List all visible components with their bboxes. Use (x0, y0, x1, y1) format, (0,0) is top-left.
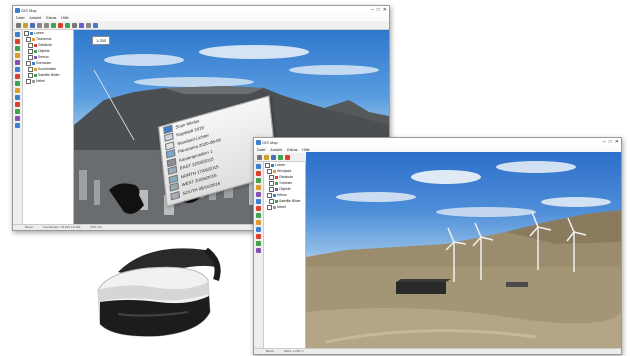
side-tool-icon[interactable] (15, 102, 20, 107)
status-text: Bereit (25, 225, 33, 229)
status-elevation: Höhe: 1.245 m (283, 349, 304, 353)
side-tool-icon[interactable] (256, 178, 261, 183)
tree-item[interactable]: Nebel (23, 78, 73, 84)
side-tool-icon[interactable] (15, 67, 20, 72)
maximize-icon[interactable]: □ (377, 7, 380, 14)
open-icon[interactable] (264, 154, 269, 160)
app-icon (15, 8, 20, 13)
side-tool-icon[interactable] (15, 74, 20, 79)
side-tool-icon[interactable] (256, 171, 261, 176)
side-tool-icon[interactable] (15, 46, 20, 51)
close-icon[interactable]: ✕ (615, 139, 619, 146)
zoom-icon[interactable] (37, 22, 42, 28)
status-text: Bereit (266, 349, 274, 353)
scale-label: 1:250 (92, 36, 111, 45)
settings-icon[interactable] (86, 22, 91, 28)
vr-icon[interactable] (79, 22, 84, 28)
side-tool-icon[interactable] (256, 185, 261, 190)
side-toolbar (13, 30, 23, 225)
side-tool-icon[interactable] (15, 39, 20, 44)
side-tool-icon[interactable] (15, 32, 20, 37)
3d-terrain-view[interactable] (306, 152, 621, 349)
side-tool-icon[interactable] (256, 213, 261, 218)
vr-headset-image (97, 247, 221, 337)
side-tool-icon[interactable] (15, 123, 20, 128)
side-tool-icon[interactable] (15, 109, 20, 114)
side-tool-icon[interactable] (256, 220, 261, 225)
side-tool-icon[interactable] (15, 81, 20, 86)
status-bar: Bereit Höhe: 1.245 m (254, 348, 621, 354)
side-tool-icon[interactable] (15, 116, 20, 121)
open-icon[interactable] (23, 22, 28, 28)
close-icon[interactable]: ✕ (383, 7, 387, 14)
minimize-icon[interactable]: – (371, 7, 374, 14)
layer-icon[interactable] (278, 154, 283, 160)
side-tool-icon[interactable] (256, 248, 261, 253)
side-tool-icon[interactable] (256, 192, 261, 197)
layer-tree: Luxem Tourismus Gebäude Objekte Sensor S… (23, 30, 74, 225)
new-icon[interactable] (16, 22, 21, 28)
status-fps: FPS: 60 (90, 225, 102, 229)
side-toolbar (254, 162, 264, 349)
tree-item[interactable]: Nebel (264, 204, 305, 210)
measure-icon[interactable] (72, 22, 77, 28)
marker-icon[interactable] (58, 22, 63, 28)
side-tool-icon[interactable] (15, 53, 20, 58)
side-tool-icon[interactable] (15, 88, 20, 93)
side-tool-icon[interactable] (256, 227, 261, 232)
marker-icon[interactable] (285, 154, 290, 160)
side-tool-icon[interactable] (15, 60, 20, 65)
side-tool-icon[interactable] (15, 95, 20, 100)
globe-icon[interactable] (65, 22, 70, 28)
save-icon[interactable] (30, 22, 35, 28)
minimize-icon[interactable]: – (603, 139, 606, 146)
side-tool-icon[interactable] (256, 241, 261, 246)
side-tool-icon[interactable] (256, 199, 261, 204)
status-coords: Koordinaten: 33.91S 18.42E (42, 225, 81, 229)
save-icon[interactable] (271, 154, 276, 160)
pan-icon[interactable] (44, 22, 49, 28)
wind-farm-scene (306, 161, 621, 349)
toolbar (254, 153, 306, 162)
new-icon[interactable] (257, 154, 262, 160)
app-icon (256, 140, 261, 145)
toolbar (13, 21, 389, 30)
maximize-icon[interactable]: □ (609, 139, 612, 146)
app-window-wind-farm: GIS Map – □ ✕ Datei Ansicht Extras Hilfe (253, 137, 622, 355)
layer-icon[interactable] (51, 22, 56, 28)
info-icon[interactable] (93, 22, 98, 28)
side-tool-icon[interactable] (256, 206, 261, 211)
side-tool-icon[interactable] (256, 164, 261, 169)
layer-tree: Luxem Windpark Gebäude Turbinen Objekte … (264, 162, 306, 349)
side-tool-icon[interactable] (256, 234, 261, 239)
